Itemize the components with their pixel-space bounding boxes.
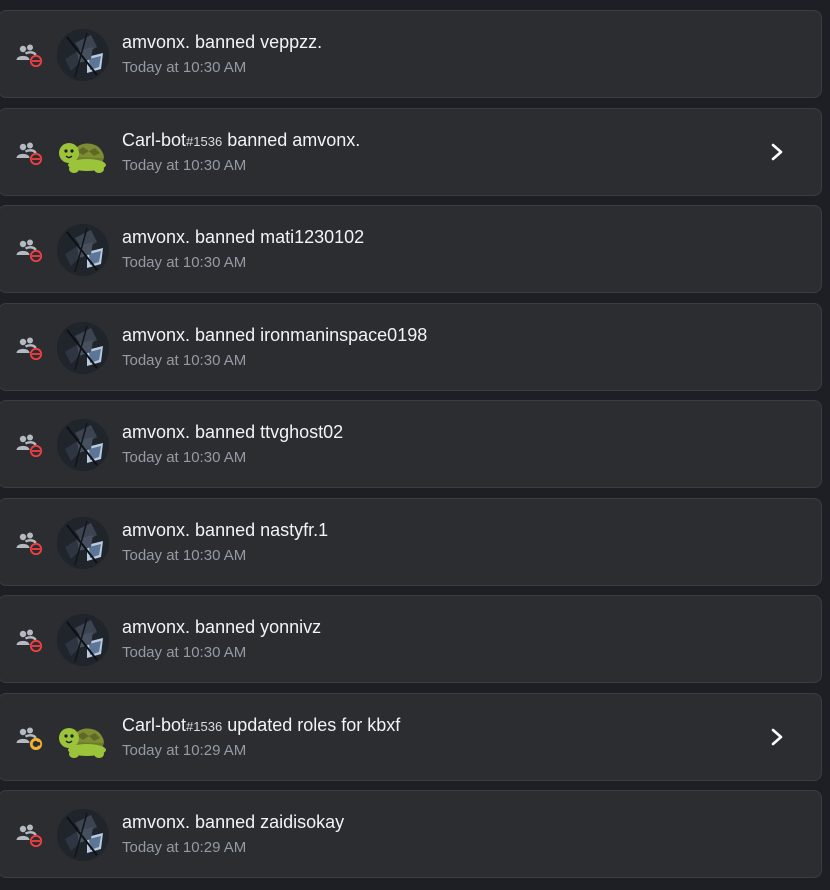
chevron-right-icon[interactable] [767, 724, 787, 750]
entry-timestamp: Today at 10:30 AM [122, 59, 247, 76]
actor-name: amvonx. [122, 812, 191, 832]
actor-name: amvonx. [122, 32, 191, 52]
moth-avatar [57, 614, 109, 666]
entry-summary: amvonx. banned ttvghost02 [122, 422, 343, 443]
moth-avatar [57, 517, 109, 569]
audit-log-entry[interactable]: amvonx. banned ironmaninspace0198 Today a… [0, 303, 822, 391]
actor-name: amvonx. [122, 422, 191, 442]
entry-timestamp: Today at 10:29 AM [122, 742, 247, 759]
audit-log-entry[interactable]: amvonx. banned ttvghost02 Today at 10:30 … [0, 400, 822, 488]
actor-discriminator: #1536 [186, 719, 223, 734]
audit-log-entry[interactable]: amvonx. banned yonnivz Today at 10:30 AM [0, 595, 822, 683]
entry-summary: amvonx. banned nastyfr.1 [122, 520, 328, 541]
entry-summary: amvonx. banned yonnivz [122, 617, 321, 638]
audit-log-entry[interactable]: Carl-bot#1536 banned amvonx. Today at 10:… [0, 108, 822, 196]
actor-name: amvonx. [122, 227, 191, 247]
entry-timestamp: Today at 10:30 AM [122, 254, 247, 271]
actor-name: Carl-bot [122, 715, 187, 735]
moth-avatar [57, 322, 109, 374]
turtle-avatar [57, 127, 109, 179]
actor-name: amvonx. [122, 617, 191, 637]
action-text: banned zaidisokay [195, 812, 345, 832]
moth-avatar [57, 419, 109, 471]
audit-log-entry[interactable]: amvonx. banned veppzz. Today at 10:30 AM [0, 10, 822, 98]
entry-timestamp: Today at 10:30 AM [122, 547, 247, 564]
action-text: banned veppzz. [195, 32, 323, 52]
member-ban-icon [15, 821, 45, 848]
action-text: banned nastyfr.1 [195, 520, 329, 540]
entry-summary: amvonx. banned veppzz. [122, 32, 322, 53]
entry-timestamp: Today at 10:30 AM [122, 352, 247, 369]
audit-log-entry[interactable]: amvonx. banned mati1230102 Today at 10:30… [0, 205, 822, 293]
actor-name: amvonx. [122, 520, 191, 540]
action-text: banned mati1230102 [195, 227, 365, 247]
entry-timestamp: Today at 10:30 AM [122, 157, 247, 174]
member-ban-icon [15, 529, 45, 556]
audit-log-entry[interactable]: Carl-bot#1536 updated roles for kbxf Toda… [0, 693, 822, 781]
moth-avatar [57, 809, 109, 861]
entry-timestamp: Today at 10:30 AM [122, 644, 247, 661]
action-text: banned yonnivz [195, 617, 322, 637]
turtle-avatar [57, 712, 109, 764]
member-ban-icon [15, 41, 45, 68]
moth-avatar [57, 29, 109, 81]
audit-log-entry[interactable]: amvonx. banned zaidisokay Today at 10:29 … [0, 790, 822, 878]
member-ban-icon [15, 139, 45, 166]
entry-timestamp: Today at 10:29 AM [122, 839, 247, 856]
member-ban-icon [15, 334, 45, 361]
action-text: banned ironmaninspace0198 [195, 325, 428, 345]
member-ban-icon [15, 431, 45, 458]
entry-summary: amvonx. banned zaidisokay [122, 812, 344, 833]
actor-name: Carl-bot [122, 130, 187, 150]
actor-discriminator: #1536 [186, 134, 223, 149]
chevron-right-icon[interactable] [767, 139, 787, 165]
member-ban-icon [15, 626, 45, 653]
entry-summary: amvonx. banned mati1230102 [122, 227, 364, 248]
member-ban-icon [15, 236, 45, 263]
moth-avatar [57, 224, 109, 276]
action-text: banned amvonx. [227, 130, 361, 150]
audit-log-list: amvonx. banned veppzz. Today at 10:30 AM … [0, 0, 830, 890]
audit-log-entry[interactable]: amvonx. banned nastyfr.1 Today at 10:30 A… [0, 498, 822, 586]
entry-timestamp: Today at 10:30 AM [122, 449, 247, 466]
member-role-update-icon [15, 724, 45, 751]
entry-summary: amvonx. banned ironmaninspace0198 [122, 325, 427, 346]
entry-summary: Carl-bot#1536 banned amvonx. [122, 130, 360, 151]
action-text: updated roles for kbxf [227, 715, 401, 735]
actor-name: amvonx. [122, 325, 191, 345]
action-text: banned ttvghost02 [195, 422, 344, 442]
entry-summary: Carl-bot#1536 updated roles for kbxf [122, 715, 400, 736]
